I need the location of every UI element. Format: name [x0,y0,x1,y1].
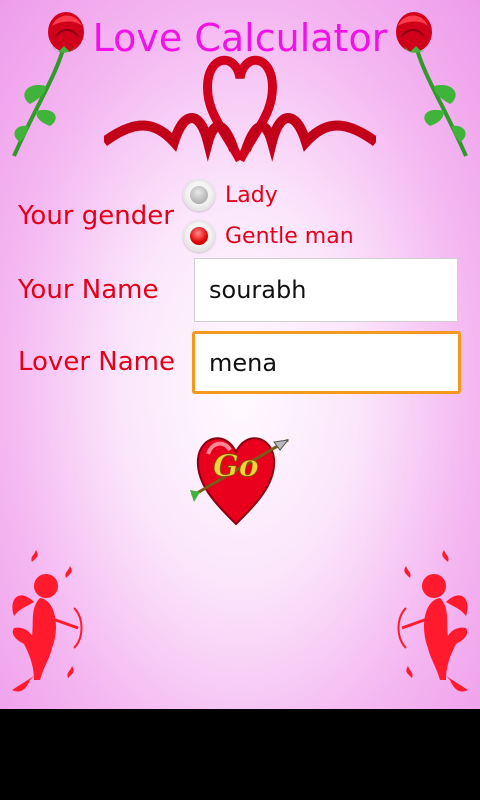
lover-name-input[interactable]: mena [192,331,461,394]
go-button-label: Go [213,449,259,484]
lover-name-label: Lover Name [18,347,175,377]
heart-ribbon-icon [104,55,376,163]
radio-gentleman-label: Gentle man [225,223,354,249]
radio-button[interactable] [183,220,215,252]
radio-gentleman[interactable]: Gentle man [183,216,354,256]
radio-lady-label: Lady [225,182,278,208]
your-name-input[interactable]: sourabh [194,258,458,322]
go-button[interactable]: Go [186,424,296,530]
radio-unchecked-icon [190,186,208,204]
cupid-icon [12,550,83,692]
gender-label: Your gender [18,201,174,231]
radio-lady[interactable]: Lady [183,175,278,215]
cupid-icon [397,550,468,692]
app-screen: Love Calculator Your gender Lady Gentle … [0,0,480,709]
radio-button[interactable] [183,179,215,211]
radio-checked-icon [190,227,208,245]
rose-icon [396,12,468,157]
your-name-label: Your Name [18,275,159,305]
